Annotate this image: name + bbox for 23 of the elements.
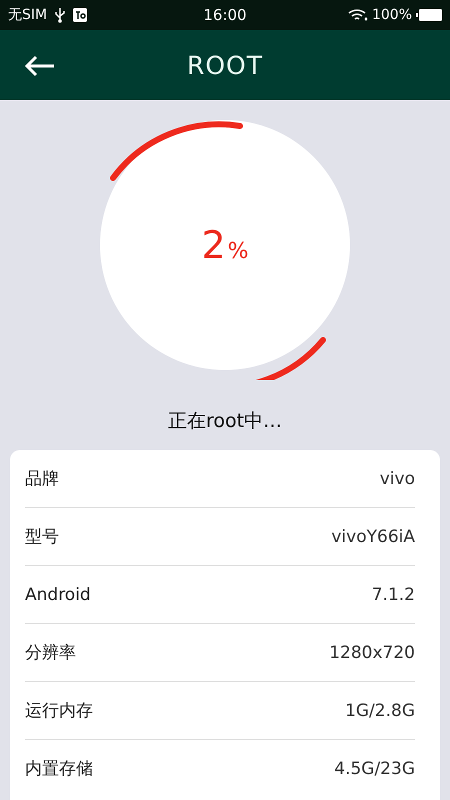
- back-arrow-icon: [24, 55, 56, 77]
- info-label: 品牌: [25, 468, 59, 490]
- usb-icon: [55, 7, 66, 23]
- wifi-icon: [348, 8, 368, 22]
- info-value: vivoY66iA: [331, 526, 415, 546]
- battery-text: 100%: [372, 7, 412, 23]
- notification-icon: [73, 8, 88, 22]
- percent-text: 2%: [201, 223, 249, 267]
- page-title: ROOT: [187, 50, 263, 80]
- info-value: 4.5G/23G: [334, 758, 415, 778]
- info-value: vivo: [380, 468, 415, 488]
- status-message: 正在root中…: [168, 409, 282, 434]
- clock-text: 16:00: [203, 6, 247, 24]
- battery-icon: [416, 8, 442, 22]
- info-value: 1G/2.8G: [345, 700, 415, 720]
- info-value: 7.1.2: [372, 584, 415, 604]
- info-label: 运行内存: [25, 700, 93, 722]
- info-label: 内置存储: [25, 758, 93, 780]
- info-label: 分辨率: [25, 642, 76, 664]
- carrier-text: 无SIM: [8, 6, 48, 24]
- info-label: Android: [25, 584, 91, 604]
- info-value: 1280x720: [329, 642, 415, 662]
- info-label: 型号: [25, 526, 59, 548]
